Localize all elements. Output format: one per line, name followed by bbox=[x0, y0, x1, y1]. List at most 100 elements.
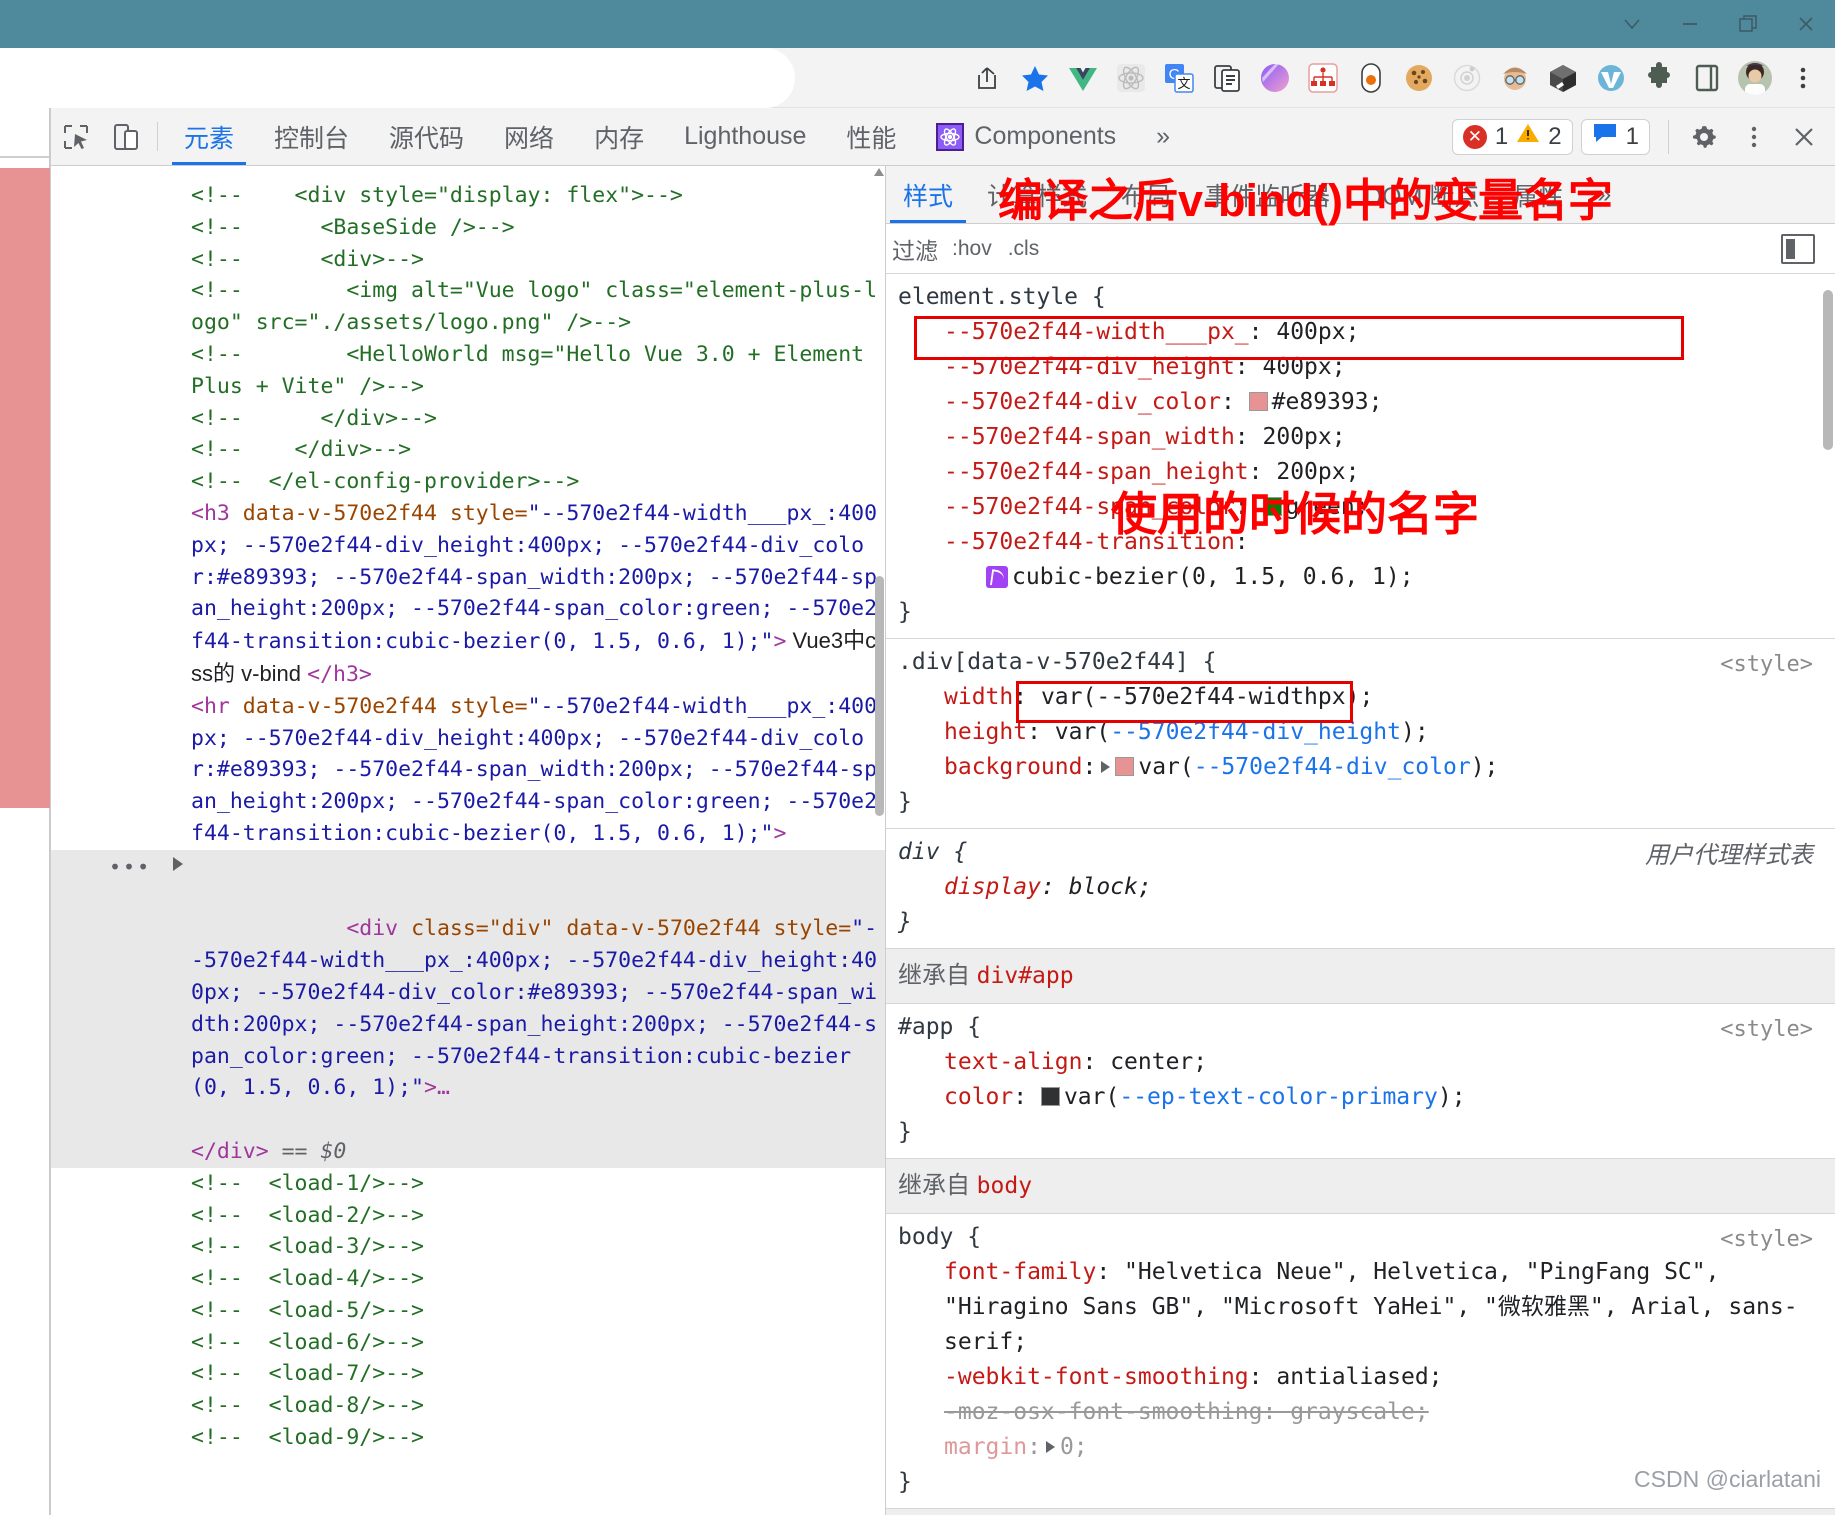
capsule-icon[interactable] bbox=[1347, 54, 1395, 102]
dom-comment-node[interactable]: <!-- <load-3/>--> bbox=[51, 1231, 885, 1263]
dom-element-node-selected[interactable]: ••• <div class="div" data-v-570e2f44 sty… bbox=[51, 850, 885, 1136]
dom-comment-node[interactable]: <!-- </div>--> bbox=[51, 403, 885, 435]
css-rules-scroll[interactable]: element.style { --570e2f44-width___px_: … bbox=[886, 274, 1835, 1515]
more-vertical-icon[interactable] bbox=[1729, 123, 1779, 151]
dom-comment-node[interactable]: <!-- </el-config-provider>--> bbox=[51, 466, 885, 498]
css-declaration[interactable]: --570e2f44-width___px_: 400px; bbox=[886, 315, 1835, 350]
dom-comment-node[interactable]: <!-- <img alt="Vue logo" class="element-… bbox=[51, 275, 885, 339]
dom-comment-node[interactable]: <!-- <div>--> bbox=[51, 244, 885, 276]
css-declaration[interactable]: --570e2f44-span_width: 200px; bbox=[886, 420, 1835, 455]
css-rule-div-scoped[interactable]: .div[data-v-570e2f44] { <style> width: v… bbox=[886, 639, 1835, 829]
css-value[interactable]: center; bbox=[1110, 1049, 1207, 1075]
css-declaration[interactable]: text-align: center; bbox=[886, 1045, 1835, 1080]
dom-comment-node[interactable]: <!-- <BaseSide />--> bbox=[51, 212, 885, 244]
css-rule-app[interactable]: #app { <style> text-align: center; color… bbox=[886, 1004, 1835, 1159]
color-swatch[interactable] bbox=[1249, 392, 1268, 411]
tab-console[interactable]: 控制台 bbox=[254, 108, 369, 165]
filter-input[interactable]: 过滤 bbox=[892, 232, 938, 266]
scrollbar-thumb[interactable] bbox=[1823, 290, 1833, 450]
css-declaration[interactable]: width: var(--570e2f44-widthpx); bbox=[886, 680, 1835, 715]
sidepanel-icon[interactable] bbox=[1683, 54, 1731, 102]
css-declaration[interactable]: display: block; bbox=[886, 870, 1835, 905]
tab-lighthouse[interactable]: Lighthouse bbox=[664, 108, 826, 165]
css-value[interactable]: grayscale; bbox=[1290, 1399, 1428, 1425]
tab-performance[interactable]: 性能 bbox=[826, 108, 916, 165]
cookie-icon[interactable] bbox=[1395, 54, 1443, 102]
tab-network[interactable]: 网络 bbox=[484, 108, 574, 165]
color-swatch[interactable] bbox=[1115, 757, 1134, 776]
window-restore-icon[interactable] bbox=[1719, 0, 1777, 48]
css-value[interactable]: 200px bbox=[1263, 424, 1332, 450]
css-rule-div-ua[interactable]: div { 用户代理样式表 display: block; } bbox=[886, 829, 1835, 949]
inherited-source[interactable]: div#app bbox=[977, 963, 1074, 989]
color-swatch[interactable] bbox=[1041, 1087, 1060, 1106]
dom-comment-node[interactable]: <!-- <load-4/>--> bbox=[51, 1263, 885, 1295]
css-scrollbar[interactable] bbox=[1821, 274, 1835, 1515]
window-close-icon[interactable] bbox=[1777, 0, 1835, 48]
dom-element-node-h3[interactable]: <h3 data-v-570e2f44 style="--570e2f44-wi… bbox=[51, 498, 885, 691]
profile-avatar-icon[interactable] bbox=[1731, 54, 1779, 102]
css-value[interactable]: var(--570e2f44-widthpx); bbox=[1041, 684, 1373, 710]
css-declaration-continuation[interactable]: cubic-bezier(0, 1.5, 0.6, 1); bbox=[886, 560, 1835, 595]
extensions-puzzle-icon[interactable] bbox=[1635, 54, 1683, 102]
css-value[interactable]: cubic-bezier(0, 1.5, 0.6, 1) bbox=[1012, 564, 1400, 590]
css-declaration[interactable]: --570e2f44-div_color: #e89393; bbox=[886, 385, 1835, 420]
dom-element-node-selected-close[interactable]: </div> == $0 bbox=[51, 1136, 885, 1168]
tab-memory[interactable]: 内存 bbox=[574, 108, 664, 165]
issues-counter[interactable]: ✕ 1 2 bbox=[1452, 119, 1573, 155]
css-declaration[interactable]: height: var(--570e2f44-div_height); bbox=[886, 715, 1835, 750]
scrollbar-thumb[interactable] bbox=[875, 576, 884, 816]
css-origin[interactable]: <style> bbox=[1720, 1222, 1813, 1257]
css-origin[interactable]: <style> bbox=[1720, 647, 1813, 682]
inherited-source[interactable]: body bbox=[977, 1173, 1032, 1199]
dom-comment-node[interactable]: <!-- <load-9/>--> bbox=[51, 1422, 885, 1454]
css-declaration-disabled[interactable]: -moz-osx-font-smoothing: grayscale; bbox=[886, 1395, 1835, 1430]
messages-counter[interactable]: 1 bbox=[1581, 119, 1650, 155]
expand-triangle-icon[interactable] bbox=[1101, 761, 1110, 773]
dom-comment-node[interactable]: <!-- <load-5/>--> bbox=[51, 1295, 885, 1327]
window-chevron-down-icon[interactable] bbox=[1603, 0, 1661, 48]
dom-comment-node[interactable]: <!-- <div style="display: flex">--> bbox=[51, 180, 885, 212]
cubic-bezier-icon[interactable] bbox=[986, 566, 1008, 588]
close-devtools-icon[interactable] bbox=[1779, 122, 1829, 152]
cls-toggle[interactable]: .cls bbox=[1008, 237, 1040, 261]
scroll-up-arrow-icon[interactable] bbox=[874, 168, 884, 176]
tab-components[interactable]: Components bbox=[916, 108, 1136, 165]
dom-tree-pane[interactable]: <!-- <div style="display: flex">--> <!--… bbox=[51, 166, 886, 1515]
css-declaration[interactable]: margin:0; bbox=[886, 1430, 1835, 1465]
dom-comment-node[interactable]: <!-- <HelloWorld msg="Hello Vue 3.0 + El… bbox=[51, 339, 885, 403]
dom-comment-node[interactable]: <!-- <load-1/>--> bbox=[51, 1168, 885, 1200]
box-3d-icon[interactable] bbox=[1539, 54, 1587, 102]
copy-clipboard-icon[interactable] bbox=[1203, 54, 1251, 102]
css-value[interactable]: 400px bbox=[1276, 319, 1345, 345]
hov-toggle[interactable]: :hov bbox=[952, 237, 992, 261]
share-icon[interactable] bbox=[963, 54, 1011, 102]
vue-devtools-icon[interactable] bbox=[1059, 54, 1107, 102]
dom-comment-node[interactable]: <!-- <load-6/>--> bbox=[51, 1327, 885, 1359]
gear-icon[interactable] bbox=[1679, 122, 1729, 152]
css-value[interactable]: 400px bbox=[1263, 354, 1332, 380]
dom-tree-scrollbar[interactable] bbox=[873, 166, 885, 1515]
css-value[interactable]: #e89393 bbox=[1272, 389, 1369, 415]
device-toolbar-icon[interactable] bbox=[101, 108, 151, 165]
dom-comment-node[interactable]: <!-- <load-8/>--> bbox=[51, 1390, 885, 1422]
dom-comment-node[interactable]: <!-- <load-2/>--> bbox=[51, 1200, 885, 1232]
dom-comment-node[interactable]: <!-- </div>--> bbox=[51, 434, 885, 466]
sitemap-icon[interactable] bbox=[1299, 54, 1347, 102]
css-declaration[interactable]: color: var(--ep-text-color-primary); bbox=[886, 1080, 1835, 1115]
css-declaration[interactable]: background:var(--570e2f44-div_color); bbox=[886, 750, 1835, 785]
node-menu-dots[interactable]: ••• bbox=[109, 852, 151, 884]
tab-sources[interactable]: 源代码 bbox=[369, 108, 484, 165]
google-translate-icon[interactable]: G 文 bbox=[1155, 54, 1203, 102]
tab-elements[interactable]: 元素 bbox=[164, 108, 254, 165]
dom-comment-node[interactable]: <!-- <load-7/>--> bbox=[51, 1358, 885, 1390]
window-minimize-icon[interactable] bbox=[1661, 0, 1719, 48]
expand-caret-icon[interactable] bbox=[173, 857, 183, 871]
css-rule-body[interactable]: body { <style> font-family: "Helvetica N… bbox=[886, 1214, 1835, 1509]
css-declaration[interactable]: -webkit-font-smoothing: antialiased; bbox=[886, 1360, 1835, 1395]
postman-icon[interactable] bbox=[1251, 54, 1299, 102]
css-origin[interactable]: <style> bbox=[1720, 1012, 1813, 1047]
react-devtools-icon[interactable] bbox=[1107, 54, 1155, 102]
toggle-sidebar-icon[interactable] bbox=[1781, 234, 1815, 264]
css-declaration[interactable]: font-family: "Helvetica Neue", Helvetica… bbox=[886, 1255, 1835, 1360]
